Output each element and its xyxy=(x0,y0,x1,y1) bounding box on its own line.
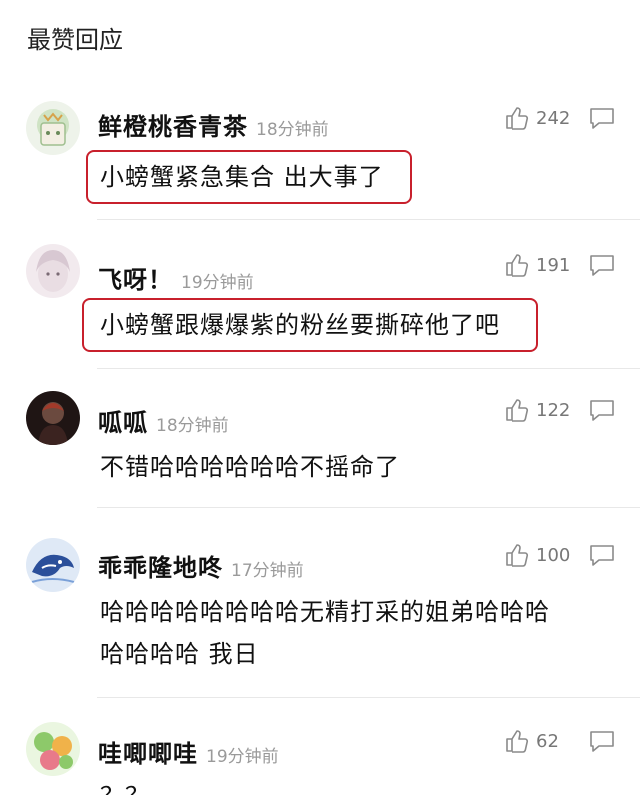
username[interactable]: 乖乖隆地咚 xyxy=(98,548,223,583)
comment-text: 小螃蟹跟爆爆紫的粉丝要撕碎他了吧 xyxy=(100,311,500,339)
like-count: 122 xyxy=(536,399,571,421)
comment-bubble-icon[interactable] xyxy=(588,253,616,277)
user-line: 乖乖隆地咚 17分钟前 xyxy=(98,548,304,583)
comment-item: 飞呀！ 19分钟前 191 小螃蟹跟爆爆紫的粉丝要撕碎他了吧 xyxy=(0,240,640,370)
like-count: 191 xyxy=(536,254,571,276)
username[interactable]: 呱呱 xyxy=(98,403,148,438)
divider xyxy=(97,368,640,369)
timestamp: 17分钟前 xyxy=(231,561,304,581)
comment-text-line: 哈哈哈哈 我日 xyxy=(100,640,259,668)
comment-text: ？？ xyxy=(100,774,150,795)
thumbs-up-icon[interactable] xyxy=(504,542,530,568)
user-line: 呱呱 18分钟前 xyxy=(98,403,229,438)
comment-actions: 191 xyxy=(504,252,616,278)
comment-page: 最赞回应 鲜橙桃香青茶 18分钟前 242 小螃蟹紧急集合 出大事了 飞呀！ 1… xyxy=(0,0,640,795)
avatar[interactable] xyxy=(26,722,80,776)
comment-bubble-icon[interactable] xyxy=(588,106,616,130)
comment-bubble-icon[interactable] xyxy=(588,729,616,753)
avatar-image-icon xyxy=(26,722,80,776)
comment-bubble-icon[interactable] xyxy=(588,398,616,422)
comment-text: 不错哈哈哈哈哈哈不摇命了 xyxy=(100,453,400,481)
timestamp: 18分钟前 xyxy=(156,416,229,436)
divider xyxy=(97,219,640,220)
comment-actions: 100 xyxy=(504,542,616,568)
thumbs-up-icon[interactable] xyxy=(504,252,530,278)
thumbs-up-icon[interactable] xyxy=(504,397,530,423)
avatar-image-icon xyxy=(26,391,80,445)
comment-item: 呱呱 18分钟前 122 不错哈哈哈哈哈哈不摇命了 xyxy=(0,385,640,510)
thumbs-up-icon[interactable] xyxy=(504,105,530,131)
like-count: 100 xyxy=(536,544,571,566)
username[interactable]: 鲜橙桃香青茶 xyxy=(98,107,248,142)
comment-item: 乖乖隆地咚 17分钟前 100 哈哈哈哈哈哈哈哈无精打采的姐弟哈哈哈 哈哈哈哈 … xyxy=(0,530,640,700)
avatar[interactable] xyxy=(26,538,80,592)
timestamp: 18分钟前 xyxy=(256,120,329,140)
timestamp: 19分钟前 xyxy=(181,273,254,293)
comment-text-line: 哈哈哈哈哈哈哈哈无精打采的姐弟哈哈哈 xyxy=(100,598,550,626)
comment-actions: 62 xyxy=(504,728,616,754)
divider xyxy=(97,697,640,698)
timestamp: 19分钟前 xyxy=(206,747,279,767)
comment-actions: 122 xyxy=(504,397,616,423)
thumbs-up-icon[interactable] xyxy=(504,728,530,754)
section-title: 最赞回应 xyxy=(27,26,123,54)
comment-item: 哇唧唧哇 19分钟前 62 ？？ xyxy=(0,716,640,795)
username[interactable]: 飞呀！ xyxy=(98,260,173,295)
username[interactable]: 哇唧唧哇 xyxy=(98,734,198,769)
avatar[interactable] xyxy=(26,244,80,298)
comment-text: 小螃蟹紧急集合 出大事了 xyxy=(100,163,384,191)
divider xyxy=(97,507,640,508)
comment-bubble-icon[interactable] xyxy=(588,543,616,567)
user-line: 鲜橙桃香青茶 18分钟前 xyxy=(98,107,329,142)
avatar[interactable] xyxy=(26,101,80,155)
like-count: 62 xyxy=(536,730,559,752)
comment-item: 鲜橙桃香青茶 18分钟前 242 小螃蟹紧急集合 出大事了 xyxy=(0,95,640,220)
user-line: 飞呀！ 19分钟前 xyxy=(98,260,254,295)
comment-actions: 242 xyxy=(504,105,616,131)
avatar-image-icon xyxy=(26,101,80,155)
user-line: 哇唧唧哇 19分钟前 xyxy=(98,734,279,769)
avatar[interactable] xyxy=(26,391,80,445)
like-count: 242 xyxy=(536,107,571,129)
avatar-image-icon xyxy=(26,538,80,592)
avatar-image-icon xyxy=(26,244,80,298)
